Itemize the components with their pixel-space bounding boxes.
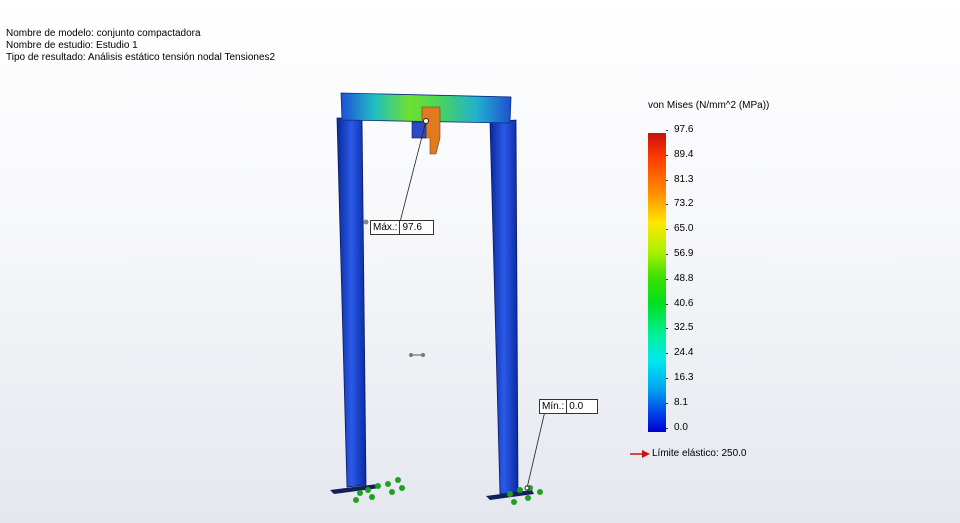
min-leader: [526, 410, 546, 489]
legend-tick-label: 56.9: [674, 248, 694, 259]
legend-tick: 81.3: [665, 173, 694, 185]
legend-tick: 73.2: [665, 198, 694, 210]
legend-tick: 0.0: [666, 421, 688, 433]
legend-tick: 97.6: [665, 124, 694, 135]
legend-tick-label: 81.3: [674, 173, 694, 185]
legend-tick: 8.1: [666, 396, 688, 408]
yield-strength-indicator: Límite elástico: 250.0: [630, 448, 747, 459]
legend-tick: 89.4: [665, 148, 694, 160]
legend-tick-label: 48.8: [674, 272, 694, 284]
legend-tick-label: 40.6: [674, 297, 694, 309]
legend-tick-label: 0.0: [674, 421, 688, 433]
yield-label: Límite elástico: 250.0: [652, 448, 747, 459]
min-probe-label[interactable]: Mín.: 0.0: [539, 399, 598, 414]
legend-tick-label: 97.6: [674, 124, 694, 135]
legend-tick-label: 16.3: [674, 372, 694, 383]
right-column: [489, 119, 519, 495]
legend-tick: 65.0: [665, 223, 694, 235]
legend-tick-label: 65.0: [674, 223, 694, 235]
triad-icon: [409, 353, 425, 357]
legend-tick: 32.5: [665, 322, 694, 334]
model-viewport[interactable]: [0, 0, 960, 523]
legend-tick-label: 89.4: [674, 148, 694, 160]
legend-tick-label: 32.5: [674, 322, 694, 334]
left-column: [336, 117, 367, 488]
min-value: 0.0: [566, 400, 597, 413]
legend-title: von Mises (N/mm^2 (MPa)): [648, 100, 770, 111]
frame-model: [330, 92, 546, 505]
legend-tick: 56.9: [665, 248, 694, 259]
legend-tick-label: 24.4: [674, 347, 694, 359]
color-scale-bar: [648, 133, 666, 432]
legend-tick: 48.8: [665, 272, 694, 284]
max-value: 97.6: [399, 221, 433, 234]
legend-tick-label: 73.2: [674, 198, 694, 210]
legend-tick: 16.3: [665, 372, 694, 383]
red-arrow-icon: [630, 449, 650, 458]
legend-tick: 40.6: [665, 297, 694, 309]
max-probe-label[interactable]: Máx.: 97.6: [370, 220, 434, 235]
min-label: Mín.:: [542, 401, 565, 412]
legend-tick: 24.4: [665, 347, 694, 359]
max-label: Máx.:: [373, 222, 398, 233]
legend-tick-label: 8.1: [674, 396, 688, 408]
